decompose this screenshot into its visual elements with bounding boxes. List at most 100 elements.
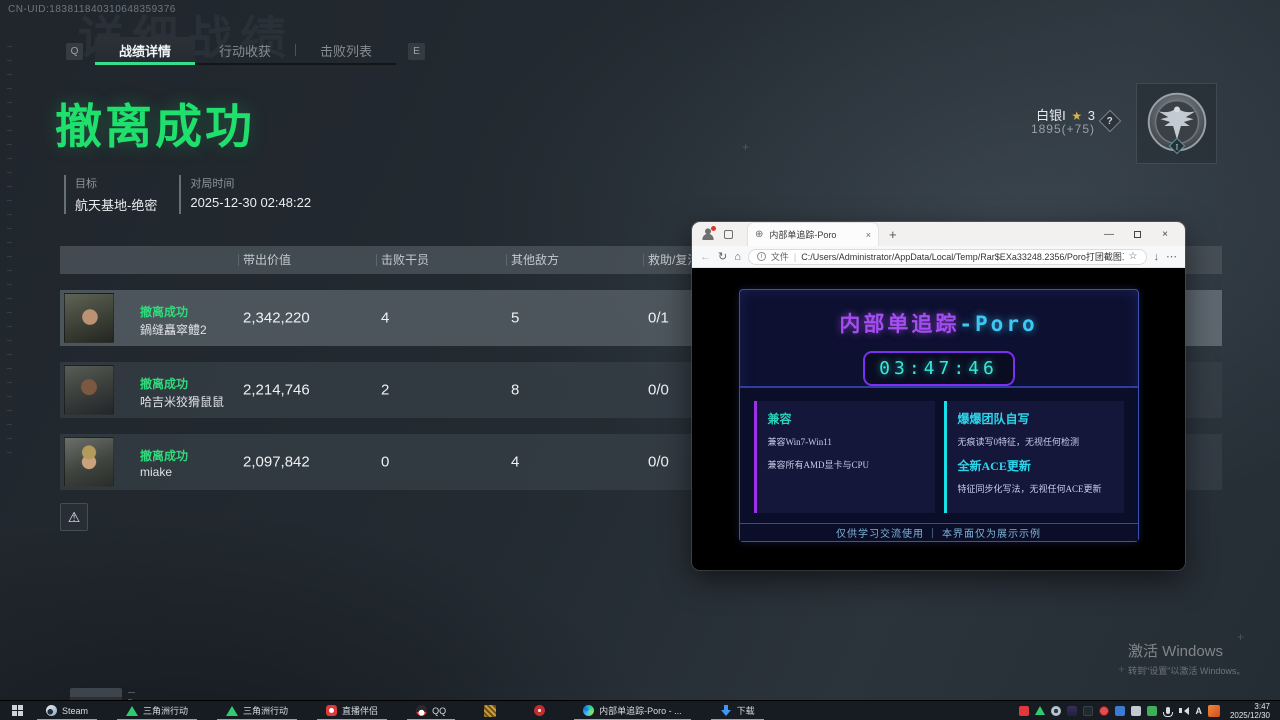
taskbar-item-delta-force-1[interactable]: 三角洲行动 [114, 701, 200, 720]
tray-shield-icon[interactable] [1067, 706, 1077, 716]
tab-action-loot[interactable]: 行动收获 [195, 37, 295, 63]
tray-blue-app-icon[interactable] [1115, 706, 1125, 716]
row-extract-value: 2,097,842 [243, 454, 310, 471]
home-icon[interactable]: ⌂ [734, 251, 741, 263]
rank-points: 1895(+75) [1005, 122, 1095, 136]
features-section2-text: 特征同步化写法，无视任何ACE更新 [958, 481, 1113, 497]
qq-icon [416, 705, 427, 716]
player-avatar [64, 293, 114, 343]
favorite-star-icon[interactable]: ☆ [1129, 251, 1138, 262]
browser-profile-icon[interactable] [702, 228, 714, 240]
report-warning-button[interactable]: ⚠ [60, 503, 88, 531]
rank-tier-label: 白银I [1036, 108, 1066, 123]
input-method-indicator[interactable]: A [1195, 706, 1202, 716]
taskbar-clock[interactable]: 3:47 2025/12/30 [1226, 702, 1274, 720]
clock-time: 3:47 [1230, 702, 1270, 711]
row-other-enemies: 5 [511, 310, 519, 327]
watermark-line2: 转到"设置"以激活 Windows。 [1128, 664, 1245, 677]
red-app-icon [534, 705, 545, 716]
globe-icon: ⊕ [755, 229, 763, 240]
steam-icon [46, 705, 57, 716]
poro-timer-box: 03:47:46 [863, 351, 1015, 386]
match-time-value: 2025-12-30 02:48:22 [190, 195, 311, 210]
minimize-button[interactable]: — [1095, 222, 1123, 246]
back-icon[interactable]: ← [700, 251, 711, 263]
row-operator-kills: 2 [381, 382, 389, 399]
delta-force-icon [126, 706, 138, 716]
result-title: 撤离成功 [55, 88, 255, 157]
taskbar-item-pinned-red[interactable] [522, 701, 557, 720]
player-uid: CN-UID:183811840310648359376 [8, 4, 176, 15]
browser-tab-title: 内部单追踪-Poro [769, 228, 859, 241]
taskbar-item-steam[interactable]: Steam [34, 701, 100, 720]
decorative-ruler [7, 46, 12, 466]
tray-red-circle-icon[interactable] [1099, 706, 1109, 716]
row-extract-value: 2,342,220 [243, 310, 310, 327]
taskbar-item-delta-force-2[interactable]: 三角洲行动 [214, 701, 300, 720]
taskbar-item-label: QQ [432, 706, 446, 716]
tray-light-app-icon[interactable] [1131, 706, 1141, 716]
close-tab-icon[interactable]: × [866, 230, 871, 240]
row-rescue-revive: 0/0 [648, 454, 669, 471]
downloads-icon[interactable]: ↓ [1154, 251, 1160, 263]
help-icon[interactable]: ? [1099, 110, 1122, 133]
tab-kill-list[interactable]: 击败列表 [296, 37, 396, 63]
speaker-icon[interactable] [1179, 707, 1189, 715]
row-rescue-revive: 0/0 [648, 382, 669, 399]
browser-page-content: 内部单追踪-Poro 03:47:46 兼容 兼容Win7-Win11 兼容所有… [692, 268, 1185, 570]
rank-emblem: I [1136, 83, 1217, 164]
browser-tab[interactable]: ⊕ 内部单追踪-Poro × [747, 222, 879, 246]
taskbar-item-label: Steam [62, 706, 88, 716]
taskbar-item-pinned-gold[interactable] [472, 701, 508, 720]
close-window-button[interactable]: × [1151, 222, 1179, 246]
poro-title-accent: -Poro [959, 312, 1037, 336]
tray-red-app-icon[interactable] [1019, 706, 1029, 716]
header-operator-kills: 击败干员 [381, 246, 429, 274]
match-info: 目标 航天基地-绝密 对局时间 2025-12-30 02:48:22 [64, 175, 311, 214]
eagle-emblem-icon: I [1138, 85, 1216, 163]
tab-actions-icon[interactable] [724, 230, 733, 239]
refresh-icon[interactable]: ↻ [718, 250, 727, 263]
features-section1-title: 爆爆团队自写 [958, 410, 1113, 427]
address-bar[interactable]: i 文件 | C:/Users/Administrator/AppData/Lo… [748, 249, 1147, 265]
tabs-group: 战绩详情 行动收获 击败列表 [95, 37, 396, 65]
decorative-cross: + [742, 140, 749, 154]
browser-window: ⊕ 内部单追踪-Poro × + — × ← ↻ ⌂ i 文件 | C:/Use… [692, 222, 1185, 570]
row-player-name: miake [140, 465, 172, 479]
objective-group: 目标 航天基地-绝密 [64, 175, 157, 214]
windows-activation-watermark: 激活 Windows 转到"设置"以激活 Windows。 [1128, 640, 1245, 677]
taskbar: Steam 三角洲行动 三角洲行动 直播伴侣 QQ 内部单追踪-Poro - .… [0, 700, 1280, 720]
tray-delta-icon[interactable] [1035, 706, 1045, 715]
new-tab-button[interactable]: + [889, 227, 897, 242]
taskbar-item-live-companion[interactable]: 直播伴侣 [314, 701, 390, 720]
compatibility-card-title: 兼容 [768, 410, 924, 427]
tab-battle-details[interactable]: 战绩详情 [95, 37, 195, 63]
tray-dark-app-icon[interactable] [1083, 706, 1093, 716]
results-tabbar: Q 战绩详情 行动收获 击败列表 E [54, 37, 437, 65]
start-button[interactable] [0, 701, 34, 720]
objective-label: 目标 [75, 175, 157, 191]
player-avatar [64, 365, 114, 415]
more-menu-icon[interactable]: ⋯ [1166, 250, 1177, 263]
poro-footer-note: 仅供学习交流使用 ｜ 本界面仅为展示示例 [740, 523, 1138, 541]
tray-orange-app-icon[interactable] [1208, 705, 1220, 717]
windows-logo-icon [12, 705, 23, 716]
page-info-icon[interactable]: i [757, 252, 766, 261]
match-time-label: 对局时间 [190, 175, 311, 191]
taskbar-item-qq[interactable]: QQ [404, 701, 458, 720]
maximize-button[interactable] [1123, 222, 1151, 246]
features-card: 爆爆团队自写 无痕读写0特征，无视任何检测 全新ACE更新 特征同步化写法，无视… [944, 401, 1124, 513]
tray-steam-icon[interactable] [1051, 706, 1061, 716]
tray-green-app-icon[interactable] [1147, 706, 1157, 716]
decorative-cross: + [1118, 662, 1125, 676]
browser-titlebar[interactable]: ⊕ 内部单追踪-Poro × + — × [692, 222, 1185, 246]
poro-panel: 内部单追踪-Poro 03:47:46 兼容 兼容Win7-Win11 兼容所有… [739, 289, 1139, 542]
taskbar-item-downloads[interactable]: 下载 [708, 701, 767, 720]
microphone-icon[interactable] [1166, 707, 1170, 714]
compatibility-card: 兼容 兼容Win7-Win11 兼容所有AMD显卡与CPU [754, 401, 935, 513]
row-other-enemies: 8 [511, 382, 519, 399]
poro-timer-value: 03:47:46 [879, 358, 998, 379]
download-arrow-icon [720, 705, 732, 717]
header-extract-value: 带出价值 [243, 246, 291, 274]
taskbar-item-edge-poro[interactable]: 内部单追踪-Poro - ... [571, 701, 694, 720]
